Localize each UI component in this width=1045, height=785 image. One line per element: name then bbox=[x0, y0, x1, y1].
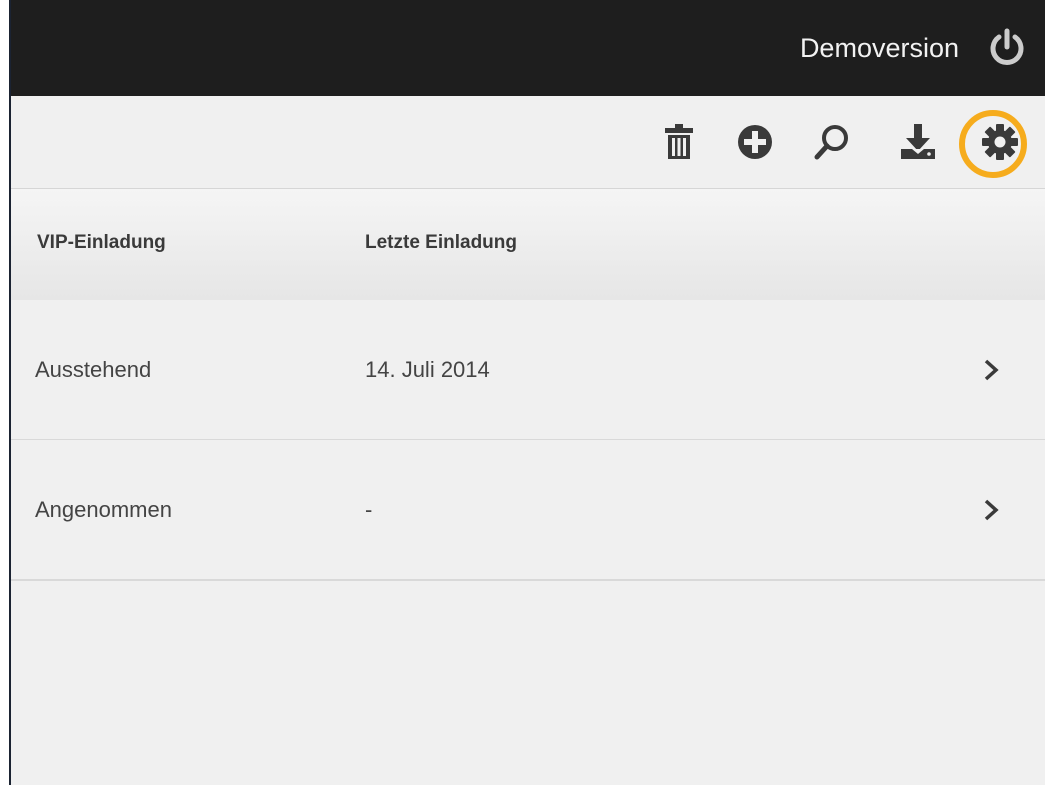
settings-button[interactable] bbox=[976, 118, 1024, 166]
download-button[interactable] bbox=[894, 118, 942, 166]
row-status: Ausstehend bbox=[35, 357, 152, 382]
chevron-right-icon bbox=[984, 359, 999, 381]
window-left-edge bbox=[0, 0, 9, 785]
table-row[interactable]: Angenommen - bbox=[11, 440, 1045, 581]
row-status: Angenommen bbox=[35, 497, 172, 522]
top-bar: Demoversion bbox=[11, 0, 1045, 96]
download-icon bbox=[901, 124, 935, 159]
row-last-invitation: - bbox=[365, 497, 373, 522]
table-header: VIP-Einladung Letzte Einladung bbox=[11, 189, 1045, 300]
chevron-right-icon bbox=[984, 499, 999, 521]
column-header-last-invitation: Letzte Einladung bbox=[365, 232, 517, 253]
account-name: Demoversion bbox=[799, 33, 959, 63]
power-button[interactable] bbox=[985, 26, 1029, 70]
gear-icon bbox=[982, 124, 1018, 160]
delete-button[interactable] bbox=[655, 118, 703, 166]
toolbar bbox=[11, 96, 1045, 189]
add-button[interactable] bbox=[731, 118, 779, 166]
column-header-vip-invitation: VIP-Einladung bbox=[37, 232, 166, 253]
power-icon bbox=[990, 28, 1024, 65]
table-row[interactable]: Ausstehend 14. Juli 2014 bbox=[11, 300, 1045, 441]
search-icon bbox=[814, 125, 848, 160]
app-window: Demoversion VIP-Einladung Letzte Einladu… bbox=[11, 0, 1045, 785]
search-button[interactable] bbox=[808, 118, 856, 166]
trash-icon bbox=[665, 124, 693, 159]
row-last-invitation: 14. Juli 2014 bbox=[365, 357, 490, 382]
add-circle-icon bbox=[738, 125, 772, 159]
